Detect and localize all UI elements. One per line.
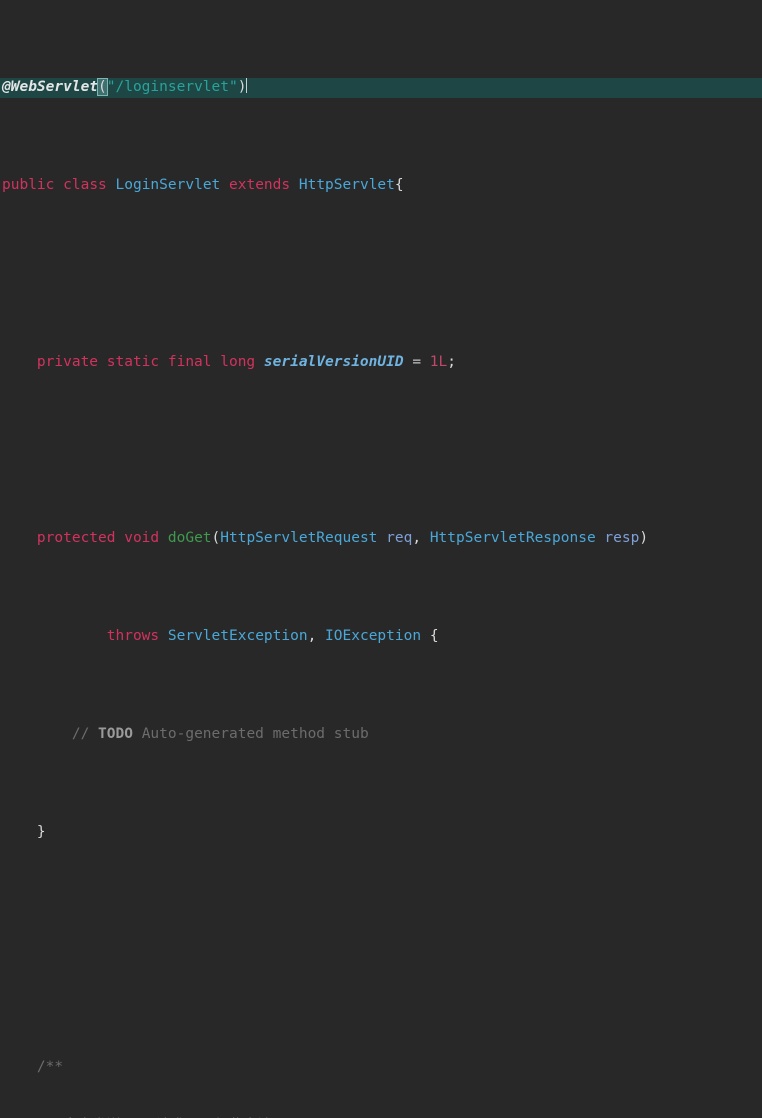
- doget-param1-type: HttpServletRequest: [220, 530, 377, 546]
- field-modifiers: private static final long: [37, 354, 255, 370]
- javadoc-open: /**: [37, 1059, 63, 1075]
- space: [377, 530, 386, 546]
- comma: ,: [412, 530, 421, 546]
- code-line-7[interactable]: throws ServletException, IOException {: [0, 627, 762, 647]
- literal-1L: 1L: [430, 354, 447, 370]
- indent: [2, 530, 37, 546]
- exception-servletexception: ServletException: [168, 628, 308, 644]
- space: [421, 530, 430, 546]
- keyword-extends: extends: [229, 177, 290, 193]
- doget-param1-name: req: [386, 530, 412, 546]
- space: [159, 530, 168, 546]
- code-line-3-blank[interactable]: [0, 255, 762, 275]
- space: [255, 354, 264, 370]
- space: [421, 354, 430, 370]
- indent: [2, 1059, 37, 1075]
- indent: [2, 628, 107, 644]
- space: [107, 177, 116, 193]
- rparen: ): [639, 530, 648, 546]
- doget-open-brace: {: [430, 628, 439, 644]
- comment-slashes: //: [72, 726, 98, 742]
- code-line-2[interactable]: public class LoginServlet extends HttpSe…: [0, 176, 762, 196]
- code-editor-surface[interactable]: @WebServlet("/loginservlet") public clas…: [0, 0, 762, 559]
- close-paren: ): [238, 79, 247, 95]
- keyword-class: class: [63, 177, 107, 193]
- space: [316, 628, 325, 644]
- lparen: (: [212, 530, 221, 546]
- text-caret: [246, 78, 247, 93]
- code-line-13[interactable]: * 客户发送POST请求是运行此方法: [0, 1117, 762, 1118]
- assign-operator: =: [412, 354, 421, 370]
- comment-text: Auto-generated method stub: [133, 726, 369, 742]
- class-open-brace: {: [395, 177, 404, 193]
- doget-param2-name: resp: [604, 530, 639, 546]
- code-line-11-blank[interactable]: [0, 960, 762, 980]
- annotation-webservlet: @WebServlet: [2, 79, 98, 95]
- code-line-6[interactable]: protected void doGet(HttpServletRequest …: [0, 529, 762, 549]
- semicolon: ;: [447, 354, 456, 370]
- todo-tag: TODO: [98, 726, 133, 742]
- space: [290, 177, 299, 193]
- space: [54, 177, 63, 193]
- keyword-public: public: [2, 177, 54, 193]
- space: [220, 177, 229, 193]
- exception-ioexception: IOException: [325, 628, 421, 644]
- doget-param2-type: HttpServletResponse: [430, 530, 596, 546]
- class-name-loginservlet: LoginServlet: [116, 177, 221, 193]
- space: [159, 628, 168, 644]
- comma: ,: [308, 628, 317, 644]
- code-line-1[interactable]: @WebServlet("/loginservlet"): [0, 78, 762, 98]
- indent: [2, 726, 72, 742]
- superclass-httpservlet: HttpServlet: [299, 177, 395, 193]
- comment-todo-doget: // TODO Auto-generated method stub: [72, 726, 369, 742]
- field-serialversionuid: serialVersionUID: [264, 354, 404, 370]
- doget-close-brace: }: [37, 824, 46, 840]
- keyword-throws: throws: [107, 628, 159, 644]
- servlet-url-string: "/loginservlet": [107, 79, 238, 95]
- indent: [2, 824, 37, 840]
- selected-open-paren[interactable]: (: [98, 79, 107, 95]
- indent: [2, 354, 37, 370]
- code-line-9[interactable]: }: [0, 823, 762, 843]
- space: [421, 628, 430, 644]
- doget-modifiers: protected void: [37, 530, 159, 546]
- method-doget: doGet: [168, 530, 212, 546]
- code-line-4[interactable]: private static final long serialVersionU…: [0, 353, 762, 373]
- code-line-8[interactable]: // TODO Auto-generated method stub: [0, 725, 762, 745]
- code-line-10-blank[interactable]: [0, 901, 762, 921]
- code-line-12[interactable]: /**: [0, 1058, 762, 1078]
- code-line-5-blank[interactable]: [0, 431, 762, 451]
